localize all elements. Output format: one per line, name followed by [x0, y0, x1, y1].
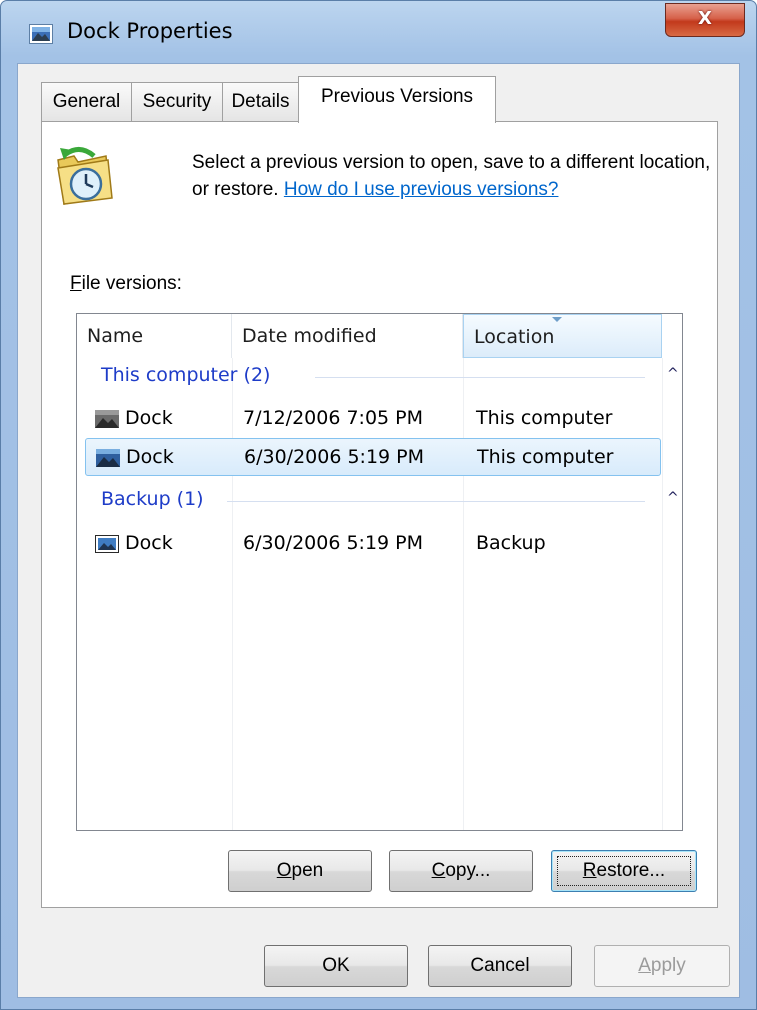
copy-label: opy...	[445, 860, 491, 881]
row-name: Dock	[125, 407, 173, 429]
file-versions-label-text: ile versions:	[81, 273, 182, 294]
tab-general[interactable]: General	[41, 82, 132, 122]
group-header-backup[interactable]: Backup (1)	[101, 488, 204, 510]
column-header-location-label: Location	[474, 326, 555, 348]
column-header-date-modified[interactable]: Date modified	[232, 314, 463, 358]
window-title: Dock Properties	[67, 19, 233, 43]
apply-label: pply	[650, 955, 686, 976]
column-header-name[interactable]: Name	[77, 314, 232, 358]
image-file-icon	[95, 410, 119, 428]
row-location: Backup	[476, 532, 546, 554]
copy-hotkey: C	[431, 860, 446, 881]
restore-button[interactable]: Restore...	[551, 850, 697, 892]
row-date-modified: 6/30/2006 5:19 PM	[243, 532, 424, 554]
ok-button[interactable]: OK	[264, 945, 408, 987]
collapse-chevron-icon[interactable]: ^	[667, 490, 679, 506]
open-hotkey: O	[276, 860, 292, 881]
title-bar[interactable]: Dock Properties X	[1, 1, 756, 61]
group-header-this-computer[interactable]: This computer (2)	[101, 364, 270, 386]
image-file-icon	[96, 449, 120, 467]
previous-versions-folder-icon	[57, 147, 113, 205]
row-name: Dock	[125, 532, 173, 554]
close-button[interactable]: X	[665, 3, 745, 37]
focus-rectangle	[557, 856, 691, 886]
row-location: This computer	[476, 407, 613, 429]
tab-details[interactable]: Details	[222, 82, 299, 122]
sort-indicator-icon	[552, 317, 562, 322]
help-link[interactable]: How do I use previous versions?	[284, 179, 559, 200]
open-label: pen	[291, 860, 324, 881]
intro-text: Select a previous version to open, save …	[192, 149, 712, 203]
dialog-client-area: General Security Details Previous Versio…	[17, 63, 740, 998]
collapse-chevron-icon[interactable]: ^	[667, 366, 679, 382]
image-file-icon	[29, 24, 53, 44]
file-versions-list[interactable]: Name Date modified Location This compute…	[76, 313, 683, 831]
group-divider	[227, 501, 645, 502]
dialog-window: Dock Properties X General Security Detai…	[0, 0, 757, 1010]
file-versions-hotkey: F	[70, 273, 82, 294]
column-header-location[interactable]: Location	[463, 314, 662, 358]
apply-hotkey: A	[638, 955, 651, 976]
open-button[interactable]: Open	[228, 850, 372, 892]
column-divider	[662, 358, 663, 830]
apply-button[interactable]: Apply	[594, 945, 730, 987]
image-file-icon	[95, 535, 119, 553]
cancel-button[interactable]: Cancel	[428, 945, 572, 987]
copy-button[interactable]: Copy...	[389, 850, 533, 892]
tab-previous-versions[interactable]: Previous Versions	[298, 76, 496, 123]
row-location: This computer	[477, 446, 614, 468]
row-name: Dock	[126, 446, 174, 468]
row-date-modified: 7/12/2006 7:05 PM	[243, 407, 424, 429]
table-row[interactable]: Dock 7/12/2006 7:05 PM This computer	[85, 400, 661, 438]
table-row-selected[interactable]: Dock 6/30/2006 5:19 PM This computer	[85, 438, 661, 476]
group-divider	[315, 377, 645, 378]
table-row[interactable]: Dock 6/30/2006 5:19 PM Backup	[85, 525, 661, 563]
file-versions-label: File versions:	[70, 273, 182, 295]
tab-security[interactable]: Security	[131, 82, 223, 122]
row-date-modified: 6/30/2006 5:19 PM	[244, 446, 425, 468]
